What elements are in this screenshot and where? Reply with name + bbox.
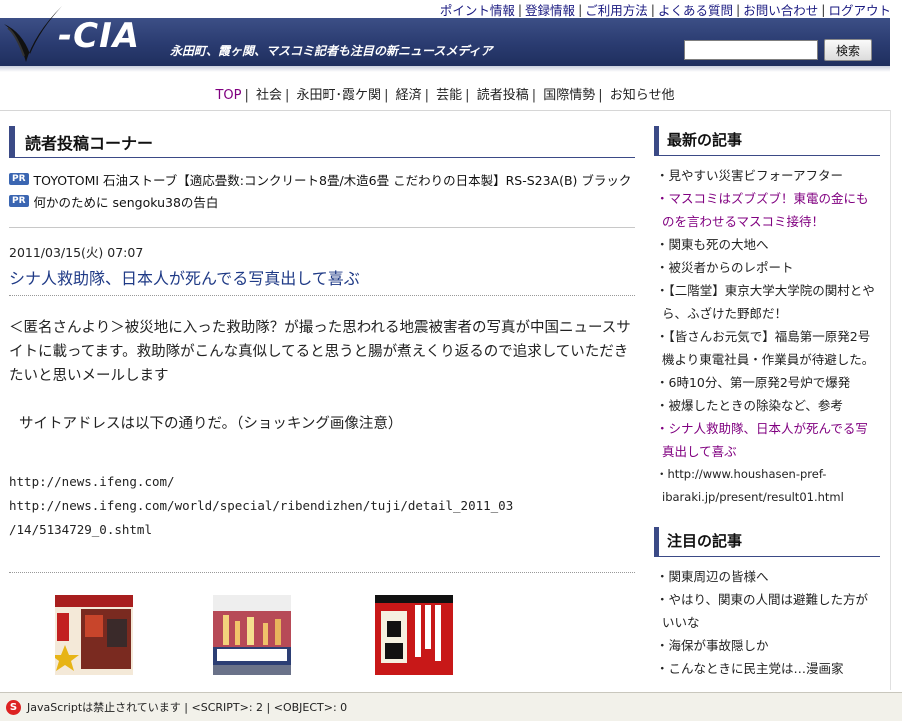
pr-list: PR TOYOTOMI 石油ストーブ【適応畳数:コンクリート8畳/木造6畳 こだ… — [9, 168, 635, 212]
section-title: 読者投稿コーナー — [9, 126, 635, 158]
pr-item-text[interactable]: TOYOTOMI 石油ストーブ【適応畳数:コンクリート8畳/木造6畳 こだわりの… — [34, 170, 632, 189]
logo-text: -CIA — [58, 16, 141, 56]
util-link-logout[interactable]: ログアウト — [825, 0, 894, 19]
post-paragraph: サイトアドレスは以下の通りだ。（ショッキング画像注意） — [19, 416, 403, 432]
post-title[interactable]: シナ人救助隊、日本人が死んでる写真出して喜ぶ — [9, 265, 635, 296]
featured-article-link[interactable]: ・やはり、関東の人間は避難した方がいいな — [654, 588, 880, 634]
separator: | — [531, 88, 537, 103]
book-cover-image[interactable] — [375, 595, 453, 675]
latest-article-link[interactable]: ・シナ人救助隊、日本人が死んでる写真出して喜ぶ — [654, 417, 880, 463]
nav-society[interactable]: 社会 — [253, 88, 285, 103]
pr-badge: PR — [9, 173, 29, 185]
util-link-points[interactable]: ポイント情報 — [437, 0, 518, 19]
util-link-contact[interactable]: お問い合わせ — [740, 0, 821, 19]
latest-article-link[interactable]: ・見やすい災害ビフォーアフター — [654, 164, 880, 187]
util-link-faq[interactable]: よくある質問 — [655, 0, 736, 19]
site-tagline: 永田町、霞ヶ関、マスコミ記者も注目の新ニュースメディア — [170, 44, 493, 58]
book-thumbnails — [9, 595, 635, 675]
post-body: ＜匿名さんより＞被災地に入った救助隊？が撮った思われる地震被害者の写真が中国ニュ… — [9, 316, 635, 436]
browser-status-bar: S JavaScriptは禁止されています | <SCRIPT>: 2 | <O… — [0, 692, 902, 721]
separator: | — [244, 88, 249, 103]
separator: | — [598, 88, 603, 103]
nav-top[interactable]: TOP — [212, 88, 244, 103]
nav-international[interactable]: 国際情勢 — [540, 88, 598, 103]
latest-articles-title: 最新の記事 — [654, 126, 880, 156]
separator: | — [285, 88, 290, 103]
url-line: /14/5134729_0.shtml — [9, 522, 152, 537]
latest-article-link[interactable]: ・【皆さんお元気で】福島第一原発2号機より東電社員・作業員が待避した。 — [654, 325, 880, 371]
featured-articles-list: ・関東周辺の皆様へ ・やはり、関東の人間は避難した方がいいな ・海保が事故隠しか… — [654, 565, 880, 680]
util-link-registration[interactable]: 登録情報 — [522, 0, 578, 19]
divider — [9, 572, 635, 573]
latest-article-link[interactable]: ・【二階堂】東京大学大学院の関村とやら、ふざけた野郎だ！ — [654, 279, 880, 325]
latest-article-link[interactable]: ・被爆したときの除染など、参考 — [654, 394, 880, 417]
nav-reader-posts[interactable]: 読者投稿 — [474, 88, 532, 103]
sidebar: 最新の記事 ・見やすい災害ビフォーアフター ・マスコミはズブズブ！東電の金にもの… — [654, 126, 880, 680]
post-date: 2011/03/15(火) 07:07 — [9, 245, 144, 260]
pr-item[interactable]: PR TOYOTOMI 石油ストーブ【適応畳数:コンクリート8畳/木造6畳 こだ… — [9, 168, 635, 190]
banner-shadow — [0, 66, 890, 72]
latest-article-link[interactable]: ・http://www.houshasen-pref-ibaraki.jp/pr… — [654, 463, 880, 509]
featured-articles-title: 注目の記事 — [654, 527, 880, 557]
latest-article-link[interactable]: ・関東も死の大地へ — [654, 233, 880, 256]
site-logo[interactable]: -CIA — [0, 4, 170, 70]
separator: | — [424, 88, 429, 103]
nav-economy[interactable]: 経済 — [393, 88, 425, 103]
separator: | — [465, 88, 470, 103]
main-nav: TOP | 社会 | 永田町･霞ケ関 | 経済 | 芸能 | 読者投稿 | 国際情勢 | お知… — [0, 84, 890, 103]
pr-badge: PR — [9, 195, 29, 207]
book-cover-image[interactable] — [55, 595, 133, 675]
header-banner: -CIA 永田町、霞ヶ関、マスコミ記者も注目の新ニュースメディア 検索 — [0, 6, 890, 66]
divider — [9, 227, 635, 228]
pr-item-text[interactable]: 何かのために sengoku38の告白 — [34, 192, 219, 211]
latest-articles-list: ・見やすい災害ビフォーアフター ・マスコミはズブズブ！東電の金にものを言わせるマ… — [654, 164, 880, 509]
status-text: JavaScriptは禁止されています | <SCRIPT>: 2 | <OBJ… — [27, 701, 348, 714]
nav-nagatacho[interactable]: 永田町･霞ケ関 — [294, 88, 385, 103]
post-urls: http://news.ifeng.com/ http://news.ifeng… — [9, 470, 635, 542]
featured-article-link[interactable]: ・こんなときに民主党は…漫画家 — [654, 657, 880, 680]
noscript-icon[interactable]: S — [6, 699, 21, 715]
utility-nav: ポイント情報 | 登録情報 | ご利用方法 | よくある質問 | お問い合わせ | ログア… — [437, 0, 894, 18]
latest-article-link[interactable]: ・マスコミはズブズブ！東電の金にものを言わせるマスコミ接待！ — [654, 187, 880, 233]
separator: | — [384, 88, 389, 103]
url-line: http://news.ifeng.com/world/special/ribe… — [9, 498, 514, 513]
util-link-usage[interactable]: ご利用方法 — [582, 0, 651, 19]
url-line: http://news.ifeng.com/ — [9, 474, 175, 489]
search-input[interactable] — [684, 40, 818, 60]
page-edge — [890, 110, 891, 690]
featured-block: 注目の記事 ・関東周辺の皆様へ ・やはり、関東の人間は避難した方がいいな ・海保… — [654, 527, 880, 680]
nav-entertainment[interactable]: 芸能 — [433, 88, 465, 103]
featured-article-link[interactable]: ・関東周辺の皆様へ — [654, 565, 880, 588]
featured-article-link[interactable]: ・海保が事故隠しか — [654, 634, 880, 657]
content-divider — [0, 110, 890, 111]
pr-item[interactable]: PR 何かのために sengoku38の告白 — [9, 190, 635, 212]
post-paragraph: ＜匿名さんより＞被災地に入った救助隊？が撮った思われる地震被害者の写真が中国ニュ… — [9, 320, 631, 384]
search-button[interactable]: 検索 — [824, 39, 872, 61]
book-cover-image[interactable] — [213, 595, 291, 675]
main-column: 読者投稿コーナー PR TOYOTOMI 石油ストーブ【適応畳数:コンクリート8… — [9, 126, 635, 675]
latest-article-link[interactable]: ・6時10分、第一原発2号炉で爆発 — [654, 371, 880, 394]
nav-notices[interactable]: お知らせ他 — [607, 88, 678, 103]
latest-article-link[interactable]: ・被災者からのレポート — [654, 256, 880, 279]
